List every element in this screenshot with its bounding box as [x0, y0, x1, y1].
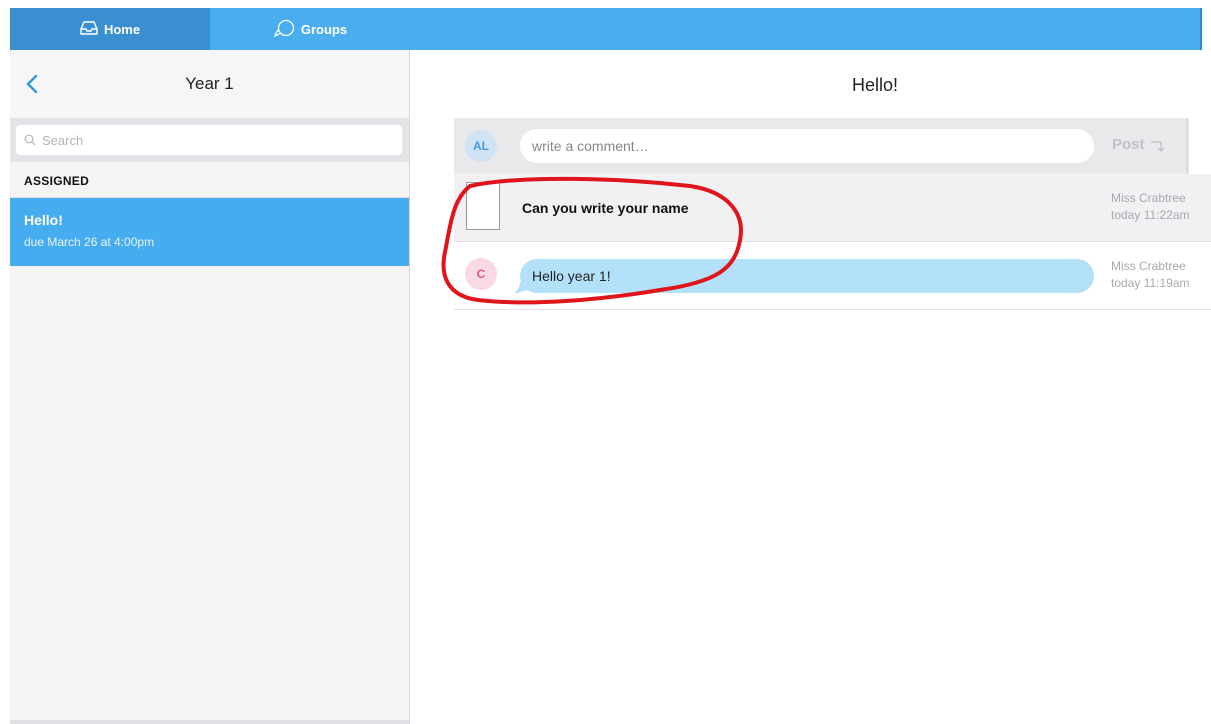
message-bubble: Hello year 1! — [520, 259, 1094, 293]
section-label-assigned: ASSIGNED — [24, 174, 90, 188]
tab-groups-label: Groups — [300, 21, 348, 37]
chat-bubble-icon — [273, 19, 295, 40]
top-nav-bar: Home Groups — [10, 8, 1202, 50]
search-box[interactable] — [16, 125, 402, 155]
divider — [1186, 118, 1188, 174]
sidebar-bottom-edge — [10, 720, 409, 724]
author-name: Miss Crabtree — [1111, 259, 1186, 273]
comment-composer: AL Post — [454, 118, 1189, 174]
tab-groups[interactable]: Groups — [210, 8, 410, 50]
topbar-divider — [1200, 8, 1202, 50]
avatar: AL — [465, 130, 497, 162]
document-icon — [466, 182, 500, 230]
feed-message-row: C Hello year 1! Miss Crabtree today 11:1… — [454, 242, 1211, 310]
search-bar — [10, 118, 409, 162]
sidebar-header: Year 1 — [10, 50, 409, 118]
post-meta: Miss Crabtree today 11:22am — [1111, 190, 1190, 224]
timestamp: today 11:19am — [1111, 276, 1190, 290]
assignment-item[interactable]: Hello! due March 26 at 4:00pm — [10, 198, 409, 266]
sidebar-title: Year 1 — [185, 74, 234, 93]
search-input[interactable] — [40, 131, 384, 149]
post-button-label: Post — [1112, 136, 1145, 153]
tab-home[interactable]: Home — [10, 8, 210, 50]
post-button[interactable]: Post — [1112, 136, 1165, 153]
comment-input[interactable] — [520, 129, 1094, 163]
timestamp: today 11:22am — [1111, 208, 1190, 222]
inbox-icon — [80, 20, 98, 39]
assignment-text: Can you write your name — [522, 200, 689, 216]
post-meta: Miss Crabtree today 11:19am — [1111, 258, 1190, 292]
search-icon — [24, 134, 36, 146]
author-name: Miss Crabtree — [1111, 191, 1186, 205]
page-title: Hello! — [851, 75, 899, 95]
tab-home-label: Home — [103, 21, 141, 37]
sidebar: Year 1 ASSIGNED Hello! due March 26 at 4… — [10, 50, 410, 724]
arrow-down-icon — [1150, 140, 1164, 152]
assignment-due-date: due March 26 at 4:00pm — [24, 235, 155, 249]
feed-assignment-row[interactable]: Can you write your name Miss Crabtree to… — [454, 174, 1211, 242]
assignment-title: Hello! — [24, 212, 63, 228]
avatar: C — [465, 258, 497, 290]
